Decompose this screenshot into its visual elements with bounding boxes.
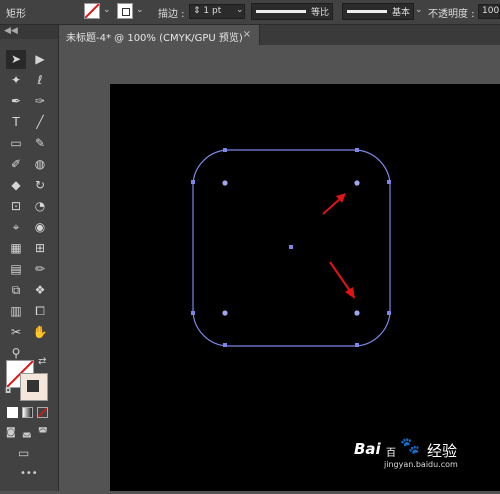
gradient-mode-icon[interactable] — [22, 407, 33, 418]
eyedropper-tool-icon[interactable]: ✏ — [30, 260, 50, 279]
brush-line-icon — [347, 10, 387, 13]
anchor-point[interactable] — [387, 311, 391, 315]
rectangle-tool-icon[interactable]: ▭ — [6, 134, 26, 153]
blob-brush-tool-icon[interactable]: ◍ — [30, 155, 50, 174]
type-tool-icon[interactable]: T — [6, 113, 26, 132]
default-colors-icon[interactable]: ◘ — [5, 386, 11, 395]
more-tools-icon[interactable]: ••• — [20, 468, 38, 479]
collapse-toolbox-icon[interactable]: ◀◀ — [4, 26, 18, 36]
live-corner-widget[interactable] — [222, 310, 228, 316]
chevron-down-icon[interactable]: ⌄ — [236, 5, 244, 15]
draw-behind-icon[interactable]: ◛ — [22, 427, 32, 438]
toolbox: ◀◀ ➤ ▶ ✦ ℓ ✒ ✑ T ╱ ▭ ✎ ✐ ◍ ◆ ↻ ⊡ ◔ ⌖ ◉ ▦… — [0, 25, 59, 491]
no-fill-icon — [84, 3, 100, 19]
artboard[interactable] — [110, 84, 500, 491]
red-arrow-icon — [329, 261, 355, 299]
variable-width-profile[interactable]: 等比 — [251, 3, 333, 20]
shaper-tool-icon[interactable]: ✐ — [6, 155, 26, 174]
stroke-square-icon — [122, 8, 130, 16]
paw-icon: 🐾 — [400, 436, 420, 455]
shape-label: 矩形 — [6, 9, 26, 20]
center-point — [289, 245, 293, 249]
live-corner-widget[interactable] — [222, 180, 228, 186]
eraser-tool-icon[interactable]: ◆ — [6, 176, 26, 195]
anchor-point[interactable] — [191, 180, 195, 184]
lasso-tool-icon[interactable]: ℓ — [30, 71, 50, 90]
control-bar: 矩形 ⌄ ⌄ 描边 : ⇕ 1 pt ⌄ 等比 基本 ⌄ 不透明度 : 100% — [0, 0, 500, 25]
watermark-url: jingyan.baidu.com — [384, 460, 458, 469]
opacity-field[interactable]: 100% — [478, 4, 500, 19]
selection-tool-icon[interactable]: ➤ — [6, 50, 26, 69]
warp-tool-icon[interactable]: ◔ — [30, 197, 50, 216]
hand-tool-icon[interactable]: ✋ — [30, 323, 50, 342]
anchor-point[interactable] — [387, 180, 391, 184]
curvature-tool-icon[interactable]: ✑ — [30, 92, 50, 111]
baidu-brand-left: Bai — [354, 440, 381, 458]
brush-definition[interactable]: 基本 — [342, 3, 414, 20]
scale-tool-icon[interactable]: ⊡ — [6, 197, 26, 216]
fill-swatch[interactable] — [84, 3, 100, 19]
rotate-tool-icon[interactable]: ↻ — [30, 176, 50, 195]
profile-label: 等比 — [310, 8, 329, 18]
close-tab-icon[interactable]: × — [243, 29, 251, 40]
blend-tool-icon[interactable]: ⧉ — [6, 281, 26, 300]
chevron-down-icon[interactable]: ⌄ — [415, 5, 423, 15]
color-mode-icon[interactable] — [7, 407, 18, 418]
brush-label: 基本 — [391, 8, 410, 18]
toolbox-header: ◀◀ — [0, 25, 58, 39]
none-slash-icon — [37, 407, 48, 418]
symbol-sprayer-tool-icon[interactable]: ❖ — [30, 281, 50, 300]
magic-wand-tool-icon[interactable]: ✦ — [6, 71, 26, 90]
jingyan-label: 经验 — [427, 442, 458, 460]
document-tab[interactable]: 未标题-4* @ 100% (CMYK/GPU 预览) × — [59, 25, 260, 45]
document-tab-bar: 未标题-4* @ 100% (CMYK/GPU 预览) × — [59, 25, 500, 45]
paintbrush-tool-icon[interactable]: ✎ — [30, 134, 50, 153]
stroke-color-swatch[interactable] — [20, 373, 48, 401]
document-tab-title: 未标题-4* @ 100% (CMYK/GPU 预览) — [66, 33, 243, 44]
baidu-brand-right: 百 — [386, 448, 396, 459]
artwork-layer — [191, 148, 391, 347]
stroke-inner-icon — [27, 380, 39, 392]
slice-tool-icon[interactable]: ✂ — [6, 323, 26, 342]
perspective-grid-tool-icon[interactable]: ▦ — [6, 239, 26, 258]
free-transform-tool-icon[interactable]: ⌖ — [6, 218, 26, 237]
stroke-weight-value: 1 pt — [203, 6, 222, 16]
anchor-point[interactable] — [223, 343, 227, 347]
anchor-point[interactable] — [223, 148, 227, 152]
draw-normal-icon[interactable]: ◙ — [6, 427, 16, 438]
line-tool-icon[interactable]: ╱ — [30, 113, 50, 132]
column-graph-tool-icon[interactable]: ▥ — [6, 302, 26, 321]
chevron-down-icon[interactable]: ⌄ — [103, 5, 111, 15]
mesh-tool-icon[interactable]: ⊞ — [30, 239, 50, 258]
screen-mode-icon[interactable]: ▭ — [18, 446, 29, 460]
direct-selection-tool-icon[interactable]: ▶ — [30, 50, 50, 69]
live-corner-widget[interactable] — [354, 310, 360, 316]
artboard-tool-icon[interactable]: ⧠ — [30, 302, 50, 321]
pen-tool-icon[interactable]: ✒ — [6, 92, 26, 111]
draw-inside-icon[interactable]: ◚ — [38, 427, 48, 438]
shape-builder-tool-icon[interactable]: ◉ — [30, 218, 50, 237]
stroke-label: 描边 : — [158, 9, 185, 20]
swap-colors-icon[interactable]: ⇄ — [38, 356, 46, 367]
anchor-point[interactable] — [191, 311, 195, 315]
red-arrow-icon — [322, 193, 346, 215]
none-mode-icon[interactable] — [37, 407, 48, 418]
opacity-label: 不透明度 : — [428, 9, 475, 20]
gradient-tool-icon[interactable]: ▤ — [6, 260, 26, 279]
profile-line-icon — [256, 10, 306, 13]
anchor-point[interactable] — [355, 148, 359, 152]
live-corner-widget[interactable] — [354, 180, 360, 186]
stepper-icon[interactable]: ⇕ — [193, 6, 201, 16]
chevron-down-icon[interactable]: ⌄ — [136, 5, 144, 15]
stroke-swatch[interactable] — [117, 3, 133, 19]
anchor-point[interactable] — [355, 343, 359, 347]
